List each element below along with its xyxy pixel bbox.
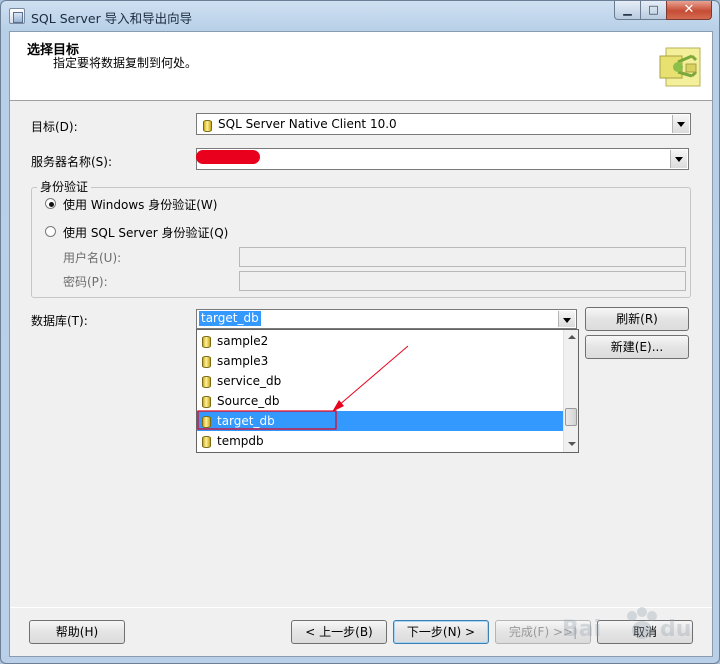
scroll-down-icon[interactable] (564, 436, 579, 451)
server-name-combobox[interactable] (196, 148, 689, 170)
refresh-button[interactable]: 刷新(R) (585, 307, 689, 331)
scrollbar-thumb[interactable] (565, 408, 577, 426)
database-combobox[interactable]: target_db (196, 309, 577, 329)
wizard-header: 选择目标 指定要将数据复制到何处。 (10, 32, 712, 101)
minimize-button[interactable]: ▁ (614, 1, 641, 20)
svg-text:Bai: Bai (562, 617, 601, 642)
back-button[interactable]: < 上一步(B) (291, 620, 387, 644)
chevron-down-icon[interactable] (672, 115, 689, 133)
chevron-down-icon[interactable] (670, 150, 687, 168)
sql-auth-label[interactable]: 使用 SQL Server 身份验证(Q) (63, 224, 228, 241)
sql-auth-radio[interactable] (45, 226, 56, 237)
new-database-button[interactable]: 新建(E)... (585, 335, 689, 359)
close-icon: ✕ (683, 2, 695, 17)
password-label: 密码(P): (63, 275, 108, 289)
dropdown-scrollbar[interactable] (563, 330, 578, 452)
maximize-icon: □ (648, 3, 659, 16)
help-button[interactable]: 帮助(H) (29, 620, 125, 644)
destination-label: 目标(D): (31, 120, 78, 134)
watermark-logo-icon: Bai du (562, 607, 691, 642)
username-input[interactable] (239, 247, 686, 267)
page-subtitle: 指定要将数据复制到何处。 (53, 56, 198, 70)
annotation-arrow-icon (197, 345, 409, 430)
database-icon (202, 435, 211, 448)
username-label: 用户名(U): (63, 251, 122, 265)
database-icon (203, 118, 212, 132)
minimize-icon: ▁ (623, 3, 632, 16)
database-value: target_db (199, 311, 261, 326)
authentication-group-label: 身份验证 (37, 178, 92, 195)
svg-text:du: du (660, 617, 691, 642)
chevron-down-icon[interactable] (558, 311, 575, 327)
maximize-button[interactable]: □ (640, 1, 667, 20)
app-icon (9, 8, 25, 24)
window-frame: SQL Server 导入和导出向导 ▁ □ ✕ 选择目标 指定要将数据复制到何… (0, 0, 720, 664)
window-title: SQL Server 导入和导出向导 (31, 11, 193, 26)
redaction-mark (196, 150, 260, 164)
wizard-graphic-icon (659, 47, 701, 87)
destination-combobox[interactable]: SQL Server Native Client 10.0 (196, 113, 691, 135)
server-name-label: 服务器名称(S): (31, 155, 113, 169)
scroll-up-icon[interactable] (564, 330, 579, 345)
list-item[interactable]: tempdb (197, 431, 563, 451)
password-input[interactable] (239, 271, 686, 291)
destination-value: SQL Server Native Client 10.0 (218, 117, 397, 131)
close-button[interactable]: ✕ (666, 1, 712, 20)
database-label: 数据库(T): (31, 314, 88, 328)
next-button[interactable]: 下一步(N) > (393, 620, 489, 644)
title-bar[interactable]: SQL Server 导入和导出向导 ▁ □ ✕ (1, 1, 720, 31)
windows-auth-label[interactable]: 使用 Windows 身份验证(W) (63, 196, 217, 213)
wizard-client-area: 选择目标 指定要将数据复制到何处。 目标(D): SQL Server Nati… (9, 31, 713, 657)
windows-auth-radio[interactable] (45, 198, 56, 209)
